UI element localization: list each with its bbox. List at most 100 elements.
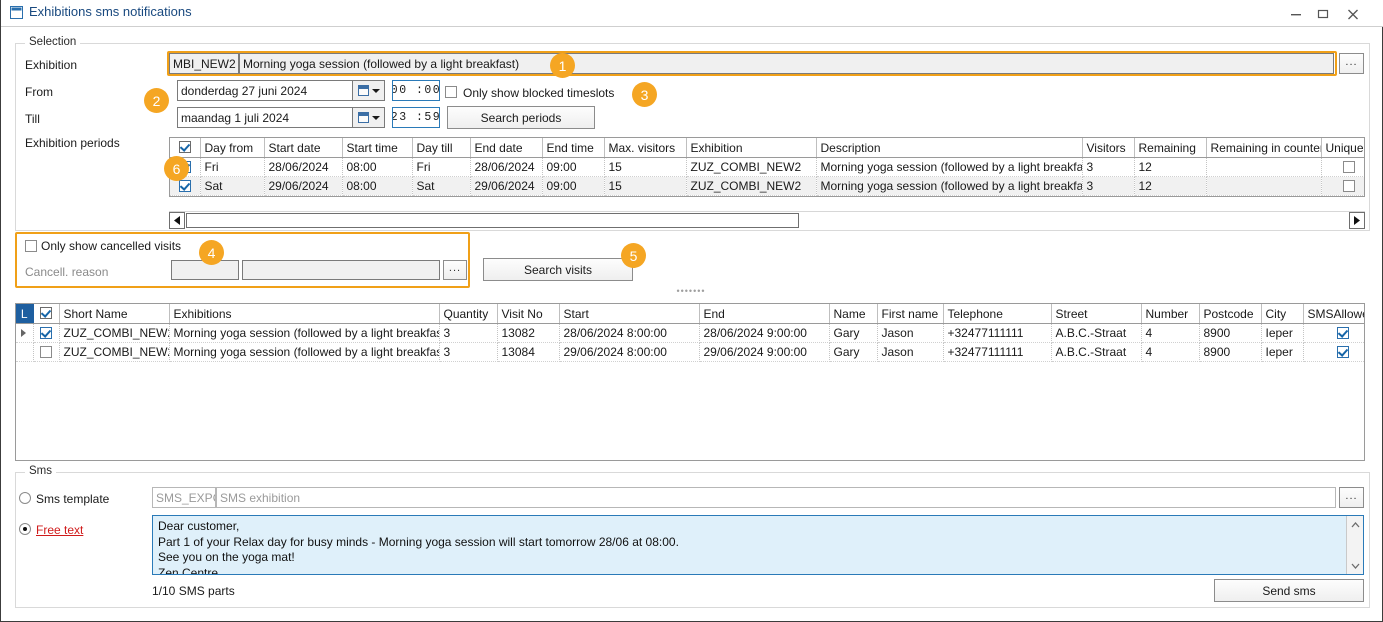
sms-template-code-field[interactable]: SMS_EXPO <box>152 487 216 508</box>
from-date-field[interactable]: donderdag 27 juni 2024 <box>177 80 353 101</box>
periods-col-exhibition[interactable]: Exhibition <box>686 138 816 158</box>
unique-checkbox[interactable] <box>1343 180 1355 192</box>
table-row[interactable]: ZUZ_COMBI_NEW2 Morning yoga session (fol… <box>16 324 1365 343</box>
table-row[interactable]: Sat 29/06/2024 08:00 Sat 29/06/2024 09:0… <box>170 177 1365 196</box>
till-date-picker-button[interactable] <box>353 107 385 128</box>
sms-template-name-field[interactable]: SMS exhibition <box>216 487 1336 508</box>
periods-select-all-header[interactable] <box>170 138 200 158</box>
cell-sms-allowed[interactable] <box>1303 343 1365 362</box>
exhibition-name-field[interactable]: Morning yoga session (followed by a ligh… <box>239 53 1334 74</box>
row-selector-cell[interactable] <box>16 324 33 343</box>
only-blocked-timeslots-checkbox[interactable] <box>445 86 457 98</box>
periods-col-day-from[interactable]: Day from <box>200 138 264 158</box>
periods-select-all-checkbox[interactable] <box>179 141 191 153</box>
only-cancelled-visits-checkbox[interactable] <box>25 240 37 252</box>
minimize-button[interactable] <box>1283 0 1310 27</box>
visits-col-number[interactable]: Number <box>1141 304 1199 324</box>
periods-col-description[interactable]: Description <box>816 138 1082 158</box>
periods-scroll-thumb[interactable] <box>186 213 799 228</box>
exhibition-code-field[interactable]: MBI_NEW2 <box>169 53 239 74</box>
table-row[interactable]: Fri 28/06/2024 08:00 Fri 28/06/2024 09:0… <box>170 158 1365 177</box>
sms-allowed-checkbox[interactable] <box>1337 327 1349 339</box>
periods-col-end-date[interactable]: End date <box>470 138 542 158</box>
visits-row-checkbox-cell[interactable] <box>33 324 59 343</box>
cell-first-name: Jason <box>877 324 943 343</box>
visits-row-checkbox[interactable] <box>40 346 52 358</box>
visits-col-city[interactable]: City <box>1261 304 1303 324</box>
visits-row-checkbox[interactable] <box>40 327 52 339</box>
cell-remaining-counters <box>1206 177 1321 196</box>
periods-hscrollbar[interactable] <box>169 211 1365 229</box>
periods-col-end-time[interactable]: End time <box>542 138 604 158</box>
from-time-field[interactable]: 00 :00 <box>392 80 440 101</box>
cancellation-reason-browse-button[interactable]: ... <box>443 260 467 280</box>
visits-col-first-name[interactable]: First name <box>877 304 943 324</box>
splitter-handle[interactable]: ••••••• <box>641 286 741 296</box>
cell-max-visitors: 15 <box>604 177 686 196</box>
visits-col-sms-allowed[interactable]: SMSAllowed <box>1303 304 1365 324</box>
scroll-right-button[interactable] <box>1349 212 1365 229</box>
close-button[interactable] <box>1340 0 1367 27</box>
periods-col-remaining-counters[interactable]: Remaining in counters <box>1206 138 1321 158</box>
periods-col-max-visitors[interactable]: Max. visitors <box>604 138 686 158</box>
unique-checkbox[interactable] <box>1343 161 1355 173</box>
visits-col-postcode[interactable]: Postcode <box>1199 304 1261 324</box>
periods-col-start-time[interactable]: Start time <box>342 138 412 158</box>
visits-col-name[interactable]: Name <box>829 304 877 324</box>
cell-sms-allowed[interactable] <box>1303 324 1365 343</box>
free-text-radio-label[interactable]: Free text <box>36 523 83 537</box>
exhibition-label: Exhibition <box>25 58 77 72</box>
periods-col-remaining[interactable]: Remaining <box>1134 138 1206 158</box>
till-date-field[interactable]: maandag 1 juli 2024 <box>177 107 353 128</box>
exhibition-browse-button[interactable]: ... <box>1339 53 1364 74</box>
visits-col-end[interactable]: End <box>699 304 829 324</box>
cell-start-time: 08:00 <box>342 158 412 177</box>
scroll-up-button[interactable] <box>1347 516 1364 533</box>
periods-col-unique[interactable]: Unique <box>1321 138 1365 158</box>
sms-allowed-checkbox[interactable] <box>1337 346 1349 358</box>
periods-col-day-till[interactable]: Day till <box>412 138 470 158</box>
annotation-badge-3: 3 <box>632 82 657 107</box>
visits-col-telephone[interactable]: Telephone <box>943 304 1051 324</box>
cell-day-till: Sat <box>412 177 470 196</box>
visits-col-quantity[interactable]: Quantity <box>439 304 497 324</box>
free-text-editor[interactable]: Dear customer, Part 1 of your Relax day … <box>152 515 1364 575</box>
visits-col-short-name[interactable]: Short Name <box>59 304 169 324</box>
visits-select-all-header[interactable] <box>33 304 59 324</box>
visits-col-street[interactable]: Street <box>1051 304 1141 324</box>
till-time-field[interactable]: 23 :59 <box>392 107 440 128</box>
sms-template-radio[interactable] <box>19 492 31 504</box>
search-visits-button[interactable]: Search visits <box>483 258 633 281</box>
periods-col-start-date[interactable]: Start date <box>264 138 342 158</box>
exhibition-periods-grid[interactable]: Day from Start date Start time Day till … <box>169 137 1365 197</box>
table-row[interactable]: ZUZ_COMBI_NEW2 Morning yoga session (fol… <box>16 343 1365 362</box>
visits-col-visit-no[interactable]: Visit No <box>497 304 559 324</box>
cancellation-reason-text-field[interactable] <box>242 260 440 280</box>
visits-col-start[interactable]: Start <box>559 304 699 324</box>
cell-postcode: 8900 <box>1199 343 1261 362</box>
scroll-down-button[interactable] <box>1347 557 1364 574</box>
from-date-picker-button[interactable] <box>353 80 385 101</box>
cell-unique[interactable] <box>1321 158 1365 177</box>
application-window: Exhibitions sms notifications Selection … <box>0 0 1383 622</box>
send-sms-button[interactable]: Send sms <box>1214 579 1364 602</box>
visits-corner-header[interactable]: L <box>16 304 33 324</box>
maximize-button[interactable] <box>1310 0 1337 27</box>
visits-grid[interactable]: L Short Name Exhibitions Quantity Visit … <box>15 303 1365 461</box>
sms-template-browse-button[interactable]: ... <box>1339 487 1364 508</box>
cancellation-reason-label: Cancell. reason <box>25 265 108 279</box>
scroll-left-button[interactable] <box>169 212 185 229</box>
search-periods-button[interactable]: Search periods <box>447 106 595 129</box>
periods-row-checkbox[interactable] <box>179 180 191 192</box>
cell-remaining: 12 <box>1134 177 1206 196</box>
row-selector-cell[interactable] <box>16 343 33 362</box>
cell-unique[interactable] <box>1321 177 1365 196</box>
free-text-radio[interactable] <box>19 523 31 535</box>
visits-row-checkbox-cell[interactable] <box>33 343 59 362</box>
window-title: Exhibitions sms notifications <box>29 4 192 19</box>
visits-col-exhibitions[interactable]: Exhibitions <box>169 304 439 324</box>
cell-telephone: +32477111111 <box>943 343 1051 362</box>
free-text-vscrollbar[interactable] <box>1346 516 1363 574</box>
periods-col-visitors[interactable]: Visitors <box>1082 138 1134 158</box>
visits-select-all-checkbox[interactable] <box>40 307 52 319</box>
